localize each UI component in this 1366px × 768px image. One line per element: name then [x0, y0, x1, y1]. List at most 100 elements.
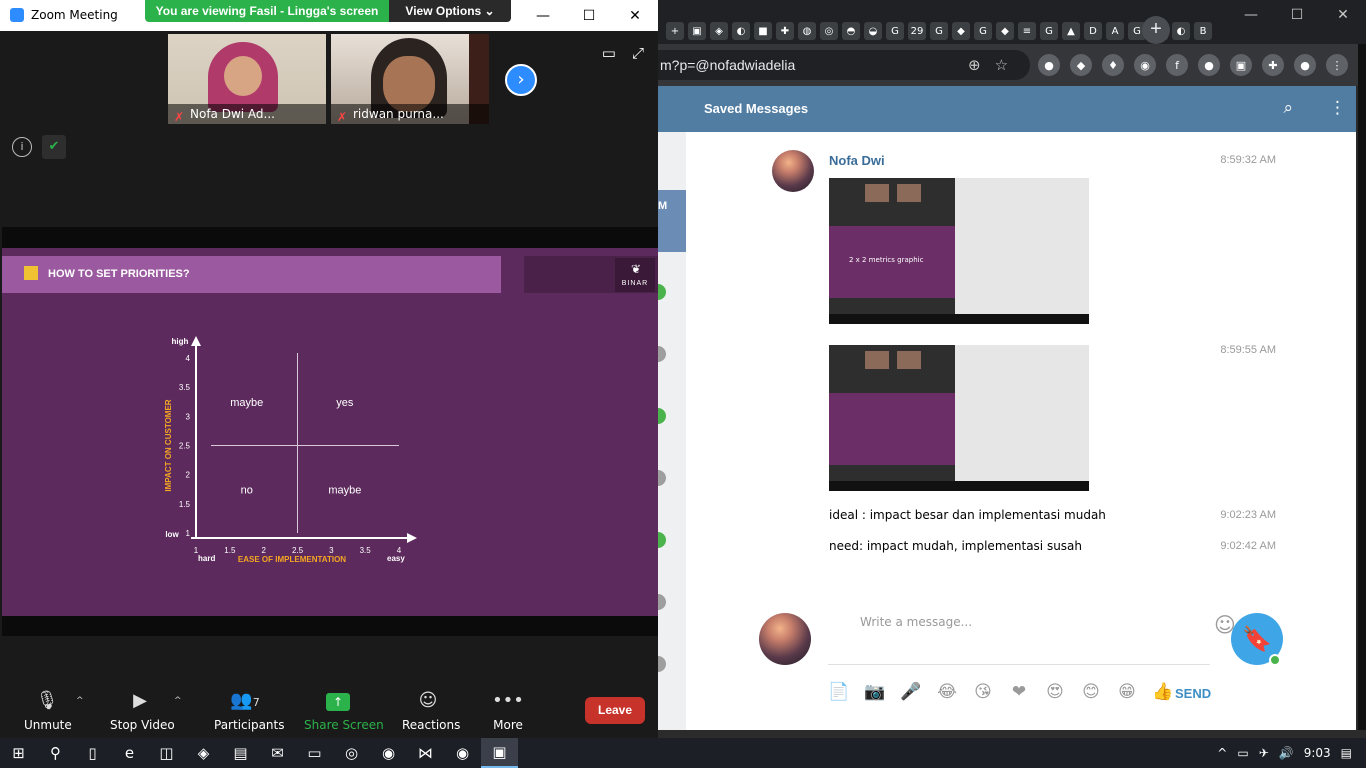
compose-tool-icon[interactable]: 👍	[1152, 682, 1174, 702]
browser-tab-icon[interactable]: ✚	[776, 22, 794, 40]
taskbar-app-icon[interactable]: ◈	[185, 738, 222, 768]
compose-tool-icon[interactable]: 😊	[1080, 682, 1102, 702]
leave-button[interactable]: Leave	[585, 697, 645, 724]
compose-tool-icon[interactable]: 😁	[1116, 682, 1138, 702]
clock[interactable]: 9:03	[1304, 746, 1331, 760]
layout-icon[interactable]: ▭	[602, 44, 616, 62]
taskbar-app-icon[interactable]: ◉	[370, 738, 407, 768]
browser-tab-icon[interactable]: D	[1084, 22, 1102, 40]
extension-icon[interactable]: ●	[1294, 54, 1316, 76]
browser-tab-icon[interactable]: B	[1194, 22, 1212, 40]
volume-icon[interactable]: 🔊	[1279, 746, 1294, 760]
extension-icon[interactable]: ◆	[1070, 54, 1092, 76]
extension-icon[interactable]: ▣	[1230, 54, 1252, 76]
taskbar-app-icon[interactable]: ◉	[444, 738, 481, 768]
message-image[interactable]: 2 x 2 metrics graphic	[829, 178, 1089, 324]
browser-tab-icon[interactable]: ◒	[864, 22, 882, 40]
taskbar-app-icon[interactable]: ▣	[481, 738, 518, 768]
maximize-button[interactable]: ☐	[1274, 0, 1320, 30]
battery-icon[interactable]: ▭	[1237, 746, 1248, 760]
audio-options-caret[interactable]: ^	[76, 696, 84, 706]
fullscreen-icon[interactable]: ⤢	[632, 44, 644, 62]
x-tick-label: 2.5	[292, 546, 304, 555]
avatar[interactable]	[772, 150, 814, 192]
close-button[interactable]: ✕	[612, 0, 658, 31]
maximize-button[interactable]: ☐	[566, 0, 612, 31]
next-page-icon[interactable]: ›	[505, 64, 537, 96]
unmute-button[interactable]: 🎙 Unmute	[24, 690, 72, 732]
close-button[interactable]: ✕	[1320, 0, 1366, 30]
bookmark-star-icon[interactable]: ☆	[995, 56, 1008, 74]
participant-video[interactable]: ✗ Nofa Dwi Ad...	[168, 34, 326, 124]
taskbar-app-icon[interactable]: ▭	[296, 738, 333, 768]
menu-icon[interactable]: ⋮	[1329, 98, 1346, 118]
message-image[interactable]	[829, 345, 1089, 491]
browser-tab-icon[interactable]: ◓	[842, 22, 860, 40]
more-button[interactable]: ••• More	[492, 690, 524, 732]
browser-tab-icon[interactable]: A	[1106, 22, 1124, 40]
compose-tool-icon[interactable]: 😂	[936, 682, 958, 702]
browser-tab-icon[interactable]: ≡	[1018, 22, 1036, 40]
install-icon[interactable]: ⊕	[968, 56, 981, 74]
minimize-button[interactable]: —	[1228, 0, 1274, 30]
search-icon[interactable]: ⌕	[1283, 98, 1293, 118]
message-input[interactable]: Write a message...	[860, 615, 972, 629]
taskbar-app-icon[interactable]: ⋈	[407, 738, 444, 768]
extension-icon[interactable]: ●	[1198, 54, 1220, 76]
minimize-button[interactable]: —	[520, 0, 566, 31]
taskbar-app-icon[interactable]: ⊞	[0, 738, 37, 768]
stop-video-button[interactable]: ▶ Stop Video	[110, 690, 175, 732]
share-screen-button[interactable]: ↑ Share Screen	[304, 690, 384, 732]
taskbar-app-icon[interactable]: ◎	[333, 738, 370, 768]
reactions-button[interactable]: ☺ Reactions	[402, 690, 460, 732]
taskbar-app-icon[interactable]: ▤	[222, 738, 259, 768]
compose-tool-icon[interactable]: 😘	[972, 682, 994, 702]
browser-tab-icon[interactable]: 29	[908, 22, 926, 40]
video-options-caret[interactable]: ^	[174, 696, 182, 706]
browser-tab-icon[interactable]: G	[1040, 22, 1058, 40]
browser-tab-icon[interactable]: ■	[754, 22, 772, 40]
notifications-icon[interactable]: ▤	[1341, 746, 1352, 760]
view-options-button[interactable]: View Options ⌄	[389, 0, 511, 22]
shield-icon[interactable]: ✔	[42, 135, 66, 159]
browser-tab-icon[interactable]: ◐	[1172, 22, 1190, 40]
compose-tool-icon[interactable]: 😍	[1044, 682, 1066, 702]
extension-icon[interactable]: ✚	[1262, 54, 1284, 76]
new-tab-button[interactable]: +	[1142, 16, 1170, 44]
browser-tab-icon[interactable]: G	[930, 22, 948, 40]
browser-tab-icon[interactable]: ▲	[1062, 22, 1080, 40]
compose-tool-icon[interactable]: 📷	[864, 682, 886, 702]
compose-tool-icon[interactable]: 📄	[828, 682, 850, 702]
send-button[interactable]: SEND	[1175, 686, 1211, 701]
browser-tab-icon[interactable]: ◈	[710, 22, 728, 40]
compose-tool-icon[interactable]: 🎤	[900, 682, 922, 702]
browser-tab-icon[interactable]: ◍	[798, 22, 816, 40]
participant-video[interactable]: ✗ ridwan purna...	[331, 34, 489, 124]
extension-icon[interactable]: ◉	[1134, 54, 1156, 76]
tray-expand-icon[interactable]: ^	[1217, 746, 1227, 760]
extension-icon[interactable]: f	[1166, 54, 1188, 76]
participants-button[interactable]: 👥7 Participants	[214, 690, 285, 732]
message-sender[interactable]: Nofa Dwi	[829, 153, 885, 168]
browser-tab-icon[interactable]: G	[886, 22, 904, 40]
taskbar-app-icon[interactable]: ⚲	[37, 738, 74, 768]
browser-tab-icon[interactable]: ◎	[820, 22, 838, 40]
taskbar-app-icon[interactable]: ▯	[74, 738, 111, 768]
extension-icon[interactable]: ●	[1038, 54, 1060, 76]
info-icon[interactable]: i	[12, 137, 32, 157]
extension-icon[interactable]: ♦	[1102, 54, 1124, 76]
chat-list-item-selected[interactable]: M	[658, 190, 686, 252]
browser-tab-icon[interactable]: ▣	[688, 22, 706, 40]
extension-icon[interactable]: ⋮	[1326, 54, 1348, 76]
browser-tab-icon[interactable]: G	[974, 22, 992, 40]
taskbar-app-icon[interactable]: ◫	[148, 738, 185, 768]
browser-tab-icon[interactable]: ◆	[996, 22, 1014, 40]
participant-name-label: ✗ Nofa Dwi Ad...	[168, 104, 326, 124]
compose-tool-icon[interactable]: ❤	[1008, 682, 1030, 702]
airplane-mode-icon[interactable]: ✈	[1259, 746, 1269, 760]
browser-tab-icon[interactable]: ◆	[952, 22, 970, 40]
taskbar-app-icon[interactable]: ✉	[259, 738, 296, 768]
taskbar-app-icon[interactable]: e	[111, 738, 148, 768]
browser-tab-icon[interactable]: ◐	[732, 22, 750, 40]
browser-tab-icon[interactable]: +	[666, 22, 684, 40]
